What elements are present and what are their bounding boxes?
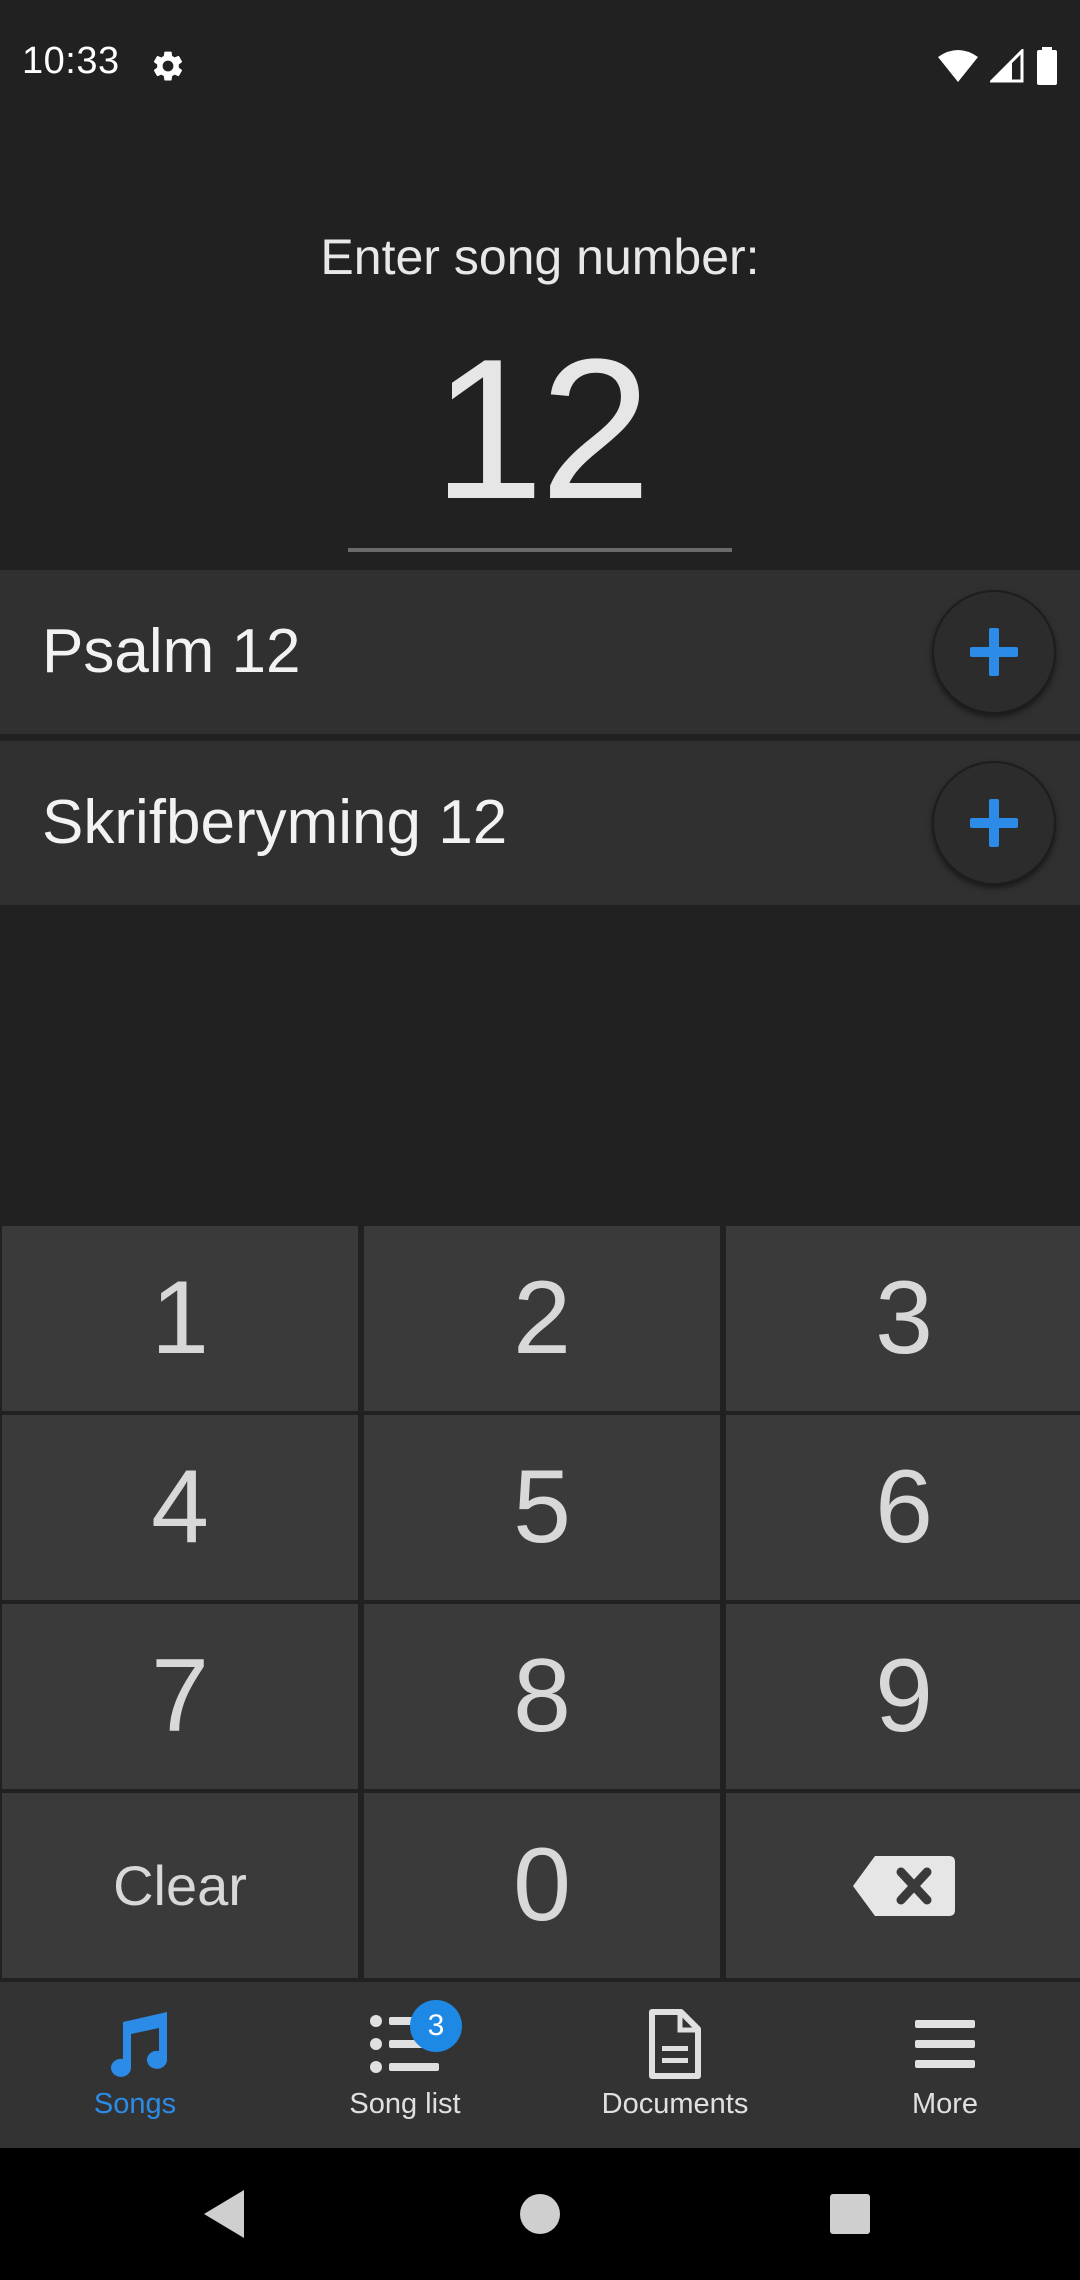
key-9[interactable]: 9 (726, 1604, 1080, 1789)
key-0[interactable]: 0 (364, 1793, 720, 1978)
key-2[interactable]: 2 (364, 1226, 720, 1411)
key-1[interactable]: 1 (2, 1226, 358, 1411)
home-circle-icon (520, 2194, 560, 2234)
nav-song-list[interactable]: Song list (270, 1982, 540, 2148)
input-underline (348, 548, 732, 552)
song-list-count-badge: 3 (410, 2000, 462, 2052)
plus-icon (970, 799, 1018, 847)
menu-icon (905, 2004, 985, 2084)
nav-label: More (911, 2088, 979, 2120)
key-8[interactable]: 8 (364, 1604, 720, 1789)
backspace-icon (853, 1855, 955, 1916)
nav-label: Song list (349, 2088, 461, 2120)
system-navigation-bar (0, 2148, 1080, 2280)
recents-square-icon (830, 2194, 870, 2234)
nav-label: Documents (601, 2088, 749, 2120)
battery-icon (1037, 47, 1057, 85)
document-icon (635, 2004, 715, 2084)
entry-prompt: Enter song number: (320, 229, 760, 285)
music-note-icon (95, 2004, 175, 2084)
backspace-button[interactable] (726, 1793, 1080, 1978)
back-button[interactable] (196, 2186, 252, 2242)
result-label: Psalm 12 (42, 617, 301, 686)
cellular-signal-icon (990, 49, 1024, 83)
result-row-skrifberyming[interactable]: Skrifberyming 12 (0, 741, 1080, 905)
key-6[interactable]: 6 (726, 1415, 1080, 1600)
clear-button[interactable]: Clear (2, 1793, 358, 1978)
numeric-keypad: 1 2 3 4 5 6 7 8 9 Clear 0 (0, 1226, 1080, 1980)
settings-gear-icon (153, 51, 183, 81)
song-number-input[interactable]: 12 (0, 320, 1080, 540)
add-to-list-button[interactable] (932, 761, 1056, 885)
key-3[interactable]: 3 (726, 1226, 1080, 1411)
key-4[interactable]: 4 (2, 1415, 358, 1600)
recents-button[interactable] (822, 2186, 878, 2242)
plus-icon (970, 628, 1018, 676)
bottom-navigation: Songs Song list Documents More (0, 1982, 1080, 2148)
key-7[interactable]: 7 (2, 1604, 358, 1789)
back-triangle-icon (204, 2190, 244, 2238)
status-time: 10:33 (22, 40, 120, 82)
status-icons (938, 46, 1058, 86)
wifi-icon (938, 50, 978, 82)
home-button[interactable] (512, 2186, 568, 2242)
add-to-list-button[interactable] (932, 590, 1056, 714)
nav-documents[interactable]: Documents (540, 1982, 810, 2148)
nav-label: Songs (93, 2088, 177, 2120)
result-row-psalm[interactable]: Psalm 12 (0, 570, 1080, 734)
nav-more[interactable]: More (810, 1982, 1080, 2148)
result-label: Skrifberyming 12 (42, 788, 508, 857)
nav-songs[interactable]: Songs (0, 1982, 270, 2148)
key-5[interactable]: 5 (364, 1415, 720, 1600)
status-bar: 10:33 (0, 0, 1080, 134)
